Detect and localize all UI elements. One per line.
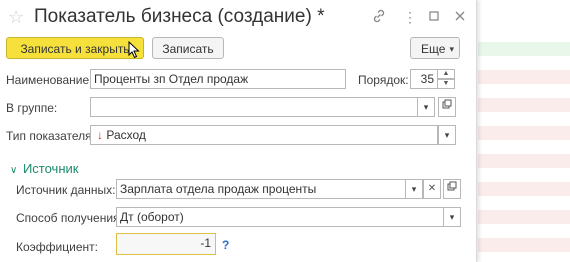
coefficient-field[interactable]: -1 xyxy=(116,233,216,255)
chevron-down-icon: ▾ xyxy=(449,212,455,222)
method-field[interactable]: Дт (оборот) xyxy=(116,207,444,227)
method-dropdown-button[interactable]: ▾ xyxy=(443,207,461,227)
chevron-down-icon: ∨ xyxy=(10,165,18,176)
background-row xyxy=(478,154,570,168)
background-row xyxy=(478,210,570,224)
decrement-button[interactable]: ▼ xyxy=(437,79,455,89)
chevron-down-icon: ▾ xyxy=(449,44,454,54)
open-icon xyxy=(442,99,452,109)
link-icon[interactable] xyxy=(372,9,386,26)
more-label: Еще xyxy=(421,42,446,56)
mouse-cursor-icon xyxy=(128,41,140,59)
star-icon[interactable]: ☆ xyxy=(8,8,24,26)
background-row xyxy=(478,42,570,56)
group-open-button[interactable] xyxy=(438,97,456,117)
background-row xyxy=(478,126,570,140)
name-field[interactable]: Проценты зп Отдел продаж xyxy=(90,69,346,89)
increment-button[interactable]: ▲ xyxy=(437,69,455,79)
chevron-down-icon: ▾ xyxy=(423,102,429,112)
data-source-field[interactable]: Зарплата отдела продаж проценты xyxy=(116,179,406,199)
order-field[interactable]: 35 xyxy=(410,69,438,89)
background-row xyxy=(478,182,570,196)
method-label: Способ получения: xyxy=(16,211,123,225)
clear-icon: ✕ xyxy=(427,183,437,194)
help-icon[interactable]: ? xyxy=(222,238,229,252)
group-dropdown-button[interactable]: ▾ xyxy=(417,97,435,117)
window-title: Показатель бизнеса (создание) * xyxy=(34,6,325,27)
form-window: ☆ Показатель бизнеса (создание) * ⋮ Запи… xyxy=(0,0,477,262)
type-field[interactable]: ↓ Расход xyxy=(90,125,438,145)
group-field[interactable] xyxy=(90,97,418,117)
data-source-label: Источник данных: xyxy=(16,183,116,197)
chevron-down-icon: ▾ xyxy=(444,130,450,140)
background-row xyxy=(478,98,570,112)
data-source-clear-button[interactable]: ✕ xyxy=(423,179,441,199)
close-icon[interactable] xyxy=(454,9,466,25)
open-icon xyxy=(447,181,457,191)
type-dropdown-button[interactable]: ▾ xyxy=(438,125,456,145)
data-source-dropdown-button[interactable]: ▾ xyxy=(405,179,423,199)
data-source-open-button[interactable] xyxy=(443,179,461,199)
type-label: Тип показателя: xyxy=(6,129,95,143)
save-and-close-button[interactable]: Записать и закрыть xyxy=(6,37,144,59)
order-label: Порядок: xyxy=(358,73,409,87)
type-value: Расход xyxy=(106,128,146,142)
group-label: В группе: xyxy=(6,101,58,115)
background-row xyxy=(478,70,570,84)
coefficient-label: Коэффициент: xyxy=(16,240,98,254)
name-label: Наименование: xyxy=(6,73,93,87)
arrow-down-icon: ↓ xyxy=(97,128,103,142)
chevron-down-icon: ▾ xyxy=(411,184,417,194)
background-row xyxy=(478,238,570,252)
save-button[interactable]: Записать xyxy=(152,37,224,59)
source-section-header[interactable]: ∨ Источник xyxy=(10,161,78,176)
more-icon[interactable]: ⋮ xyxy=(403,9,417,25)
maximize-icon[interactable] xyxy=(428,9,440,25)
more-button[interactable]: Еще ▾ xyxy=(410,37,460,59)
source-section-label: Источник xyxy=(22,161,79,176)
